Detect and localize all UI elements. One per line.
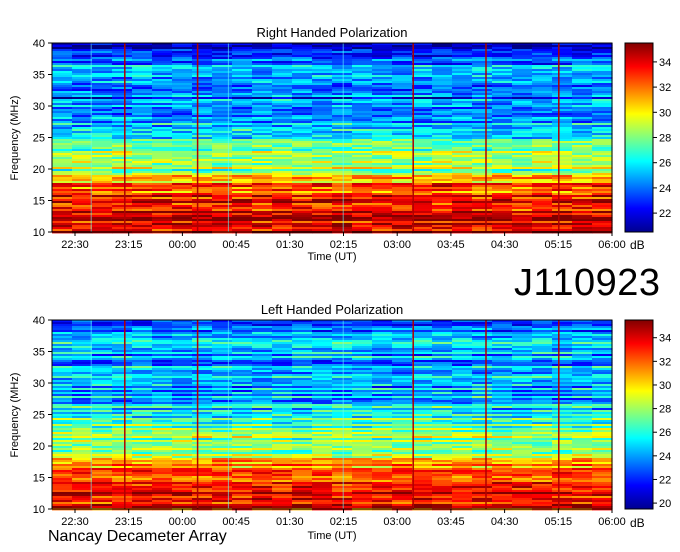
- x-tick-label: 22:30: [61, 239, 89, 251]
- x-tick-label: 23:15: [115, 239, 143, 251]
- x-axis-ticks: 22:30 23:15 00:00 00:45 01:30 02:15 03:00 03:45…: [61, 232, 626, 251]
- colorbar-tick-label: 22: [659, 208, 671, 220]
- y-axis-label: Frequency (MHz): [9, 96, 21, 181]
- colorbar-label: dB: [630, 238, 645, 252]
- colorbar-gradient: [624, 42, 654, 233]
- y-axis-ticks: 10 15 20 25 30 35 40: [33, 38, 52, 239]
- y-tick-label: 30: [33, 101, 45, 113]
- colorbar-ticks: 22 24 26 28 30 32 34: [653, 57, 671, 220]
- colorbar-tick-label: 28: [659, 133, 671, 145]
- x-tick-label: 00:45: [222, 239, 250, 251]
- x-tick-label: 03:45: [437, 239, 465, 251]
- spectrogram-area: [52, 43, 613, 234]
- x-tick-label: 04:30: [491, 239, 519, 251]
- x-tick-label: 02:15: [330, 239, 358, 251]
- colorbar-tick-label: 26: [659, 158, 671, 170]
- y-tick-label: 20: [33, 164, 45, 176]
- colorbar-tick-label: 34: [659, 57, 671, 69]
- y-tick-label: 25: [33, 133, 45, 145]
- panel-left-polarization: Left Handed Polarization 10152025303540 …: [9, 302, 671, 542]
- y-tick-label: 15: [33, 196, 45, 208]
- colorbar-tick-label: 30: [659, 107, 671, 119]
- x-tick-label: 01:30: [276, 239, 304, 251]
- spectrogram-area: [52, 320, 613, 511]
- x-tick-label: 00:00: [169, 239, 197, 251]
- y-tick-label: 35: [33, 70, 45, 82]
- panel-right-polarization: Right Handed Polarization 10 15 20 25 30 35 40…: [9, 25, 671, 263]
- x-tick-label: 05:15: [545, 239, 573, 251]
- colorbar-tick-label: 24: [659, 183, 671, 195]
- x-tick-label: 06:00: [598, 239, 626, 251]
- spectrogram-texture: [52, 43, 612, 232]
- colorbar-tick-label: 32: [659, 82, 671, 94]
- panel-title: Right Handed Polarization: [256, 25, 407, 40]
- x-axis-label: Time (UT): [307, 251, 356, 263]
- y-tick-label: 10: [33, 227, 45, 239]
- colorbar: 22 24 26 28 30 32 34 dB: [624, 42, 671, 252]
- y-tick-label: 40: [33, 38, 45, 50]
- x-tick-label: 03:00: [383, 239, 411, 251]
- panel-title: Left Handed Polarization: [261, 302, 403, 317]
